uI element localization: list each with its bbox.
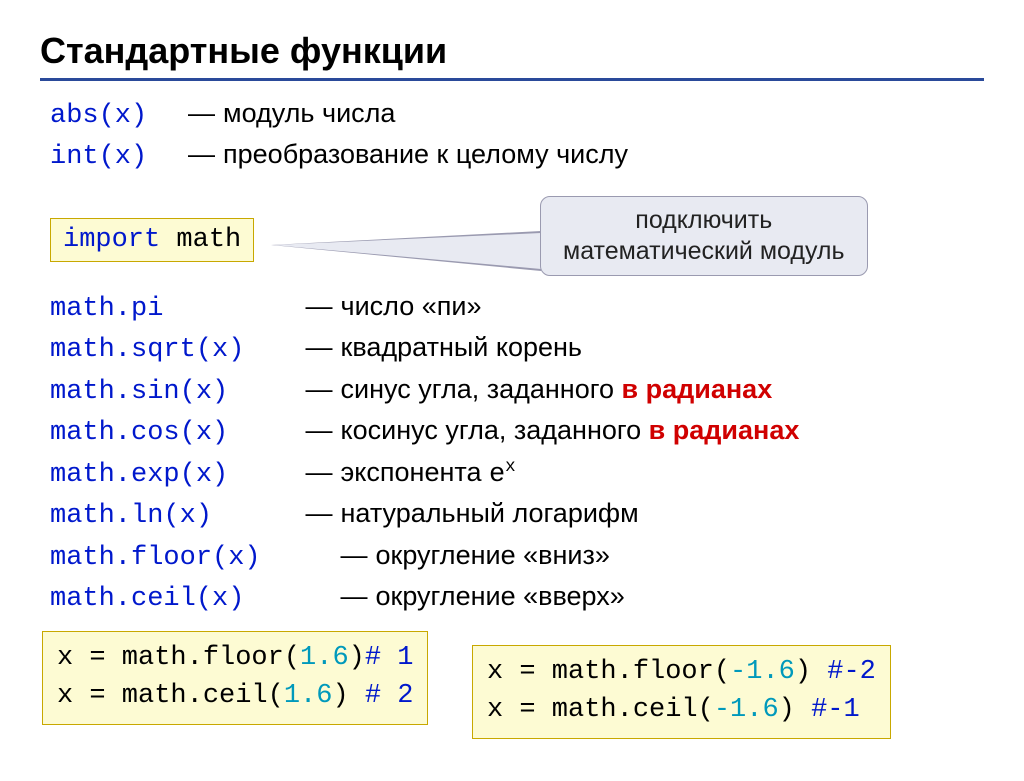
math-func-row: math.sqrt(x)— квадратный корень — [50, 329, 984, 368]
example-box-negative: x = math.floor(-1.6) #-2 x = math.ceil(-… — [472, 645, 891, 739]
func-code: int(x) — [50, 139, 180, 175]
page-title: Стандартные функции — [40, 30, 984, 72]
func-code: math.exp(x) — [50, 457, 305, 493]
example-line: x = math.ceil(1.6) # 2 — [57, 678, 413, 716]
func-desc: округление «вверх» — [376, 581, 625, 611]
func-code: math.ln(x) — [50, 498, 305, 534]
func-desc: модуль числа — [223, 98, 395, 128]
import-statement: import math — [50, 218, 254, 262]
dash-icon: — — [305, 329, 333, 365]
math-func-row: math.ln(x)— натуральный логарифм — [50, 495, 984, 534]
dash-icon: — — [305, 454, 333, 490]
number-literal: -1.6 — [730, 657, 795, 687]
func-desc-emphasis: в радианах — [622, 374, 773, 404]
builtin-row: int(x) — преобразование к целому числу — [50, 136, 984, 175]
import-callout-group: import math подключить математический мо… — [40, 196, 984, 276]
func-desc-emphasis: в радианах — [649, 415, 800, 445]
dash-icon: — — [305, 495, 333, 531]
func-code: math.ceil(x) — [50, 581, 340, 617]
callout-line: математический модуль — [563, 236, 845, 267]
math-func-row: math.pi— число «пи» — [50, 288, 984, 327]
import-module: math — [176, 225, 241, 255]
examples-group: x = math.floor(1.6)# 1 x = math.ceil(1.6… — [32, 631, 984, 741]
math-func-row: math.floor(x)— округление «вниз» — [50, 537, 984, 576]
math-func-list: math.pi— число «пи»math.sqrt(x)— квадрат… — [40, 288, 984, 618]
code-text: x = math.floor( — [487, 657, 730, 687]
func-desc: синус угла, заданного — [341, 374, 622, 404]
builtin-list: abs(x) — модуль числа int(x) — преобразо… — [40, 95, 984, 176]
func-code: abs(x) — [50, 98, 180, 134]
import-keyword: import — [63, 225, 160, 255]
func-desc: косинус угла, заданного — [341, 415, 649, 445]
func-desc: квадратный корень — [341, 332, 582, 362]
func-code: math.pi — [50, 291, 305, 327]
func-desc: натуральный логарифм — [341, 498, 639, 528]
exp-expression: ex — [489, 460, 516, 490]
dash-icon: — — [305, 412, 333, 448]
code-text: ) — [779, 695, 811, 725]
dash-icon: — — [340, 537, 368, 573]
func-code: math.sqrt(x) — [50, 332, 305, 368]
code-text: x = math.ceil( — [487, 695, 714, 725]
func-code: math.cos(x) — [50, 415, 305, 451]
code-comment: # 2 — [365, 681, 414, 711]
code-comment: #-1 — [811, 695, 860, 725]
dash-icon: — — [305, 371, 333, 407]
code-text: ) — [795, 657, 827, 687]
callout-box: подключить математический модуль — [540, 196, 868, 277]
example-line: x = math.floor(-1.6) #-2 — [487, 654, 876, 692]
math-func-row: math.sin(x)— синус угла, заданного в рад… — [50, 371, 984, 410]
example-line: x = math.floor(1.6)# 1 — [57, 640, 413, 678]
example-line: x = math.ceil(-1.6) #-1 — [487, 692, 876, 730]
code-comment: #-2 — [827, 657, 876, 687]
math-func-row: math.exp(x)— экспонента ex — [50, 454, 984, 493]
code-text: x = math.ceil( — [57, 681, 284, 711]
math-func-row: math.ceil(x)— округление «вверх» — [50, 578, 984, 617]
func-desc: преобразование к целому числу — [223, 139, 628, 169]
dash-icon: — — [305, 288, 333, 324]
dash-icon: — — [188, 136, 216, 172]
dash-icon: — — [188, 95, 216, 131]
func-desc: округление «вниз» — [376, 540, 610, 570]
func-desc: число «пи» — [341, 291, 482, 321]
example-box-positive: x = math.floor(1.6)# 1 x = math.ceil(1.6… — [42, 631, 428, 725]
func-code: math.floor(x) — [50, 540, 340, 576]
code-text: x = math.floor( — [57, 643, 300, 673]
number-literal: 1.6 — [284, 681, 333, 711]
code-text: ) — [349, 643, 365, 673]
dash-icon: — — [340, 578, 368, 614]
title-underline — [40, 78, 984, 81]
number-literal: 1.6 — [300, 643, 349, 673]
func-desc: экспонента — [341, 457, 489, 487]
number-literal: -1.6 — [714, 695, 779, 725]
math-func-row: math.cos(x)— косинус угла, заданного в р… — [50, 412, 984, 451]
func-code: math.sin(x) — [50, 374, 305, 410]
callout-line: подключить — [563, 205, 845, 236]
code-text: ) — [332, 681, 364, 711]
builtin-row: abs(x) — модуль числа — [50, 95, 984, 134]
code-comment: # 1 — [365, 643, 414, 673]
